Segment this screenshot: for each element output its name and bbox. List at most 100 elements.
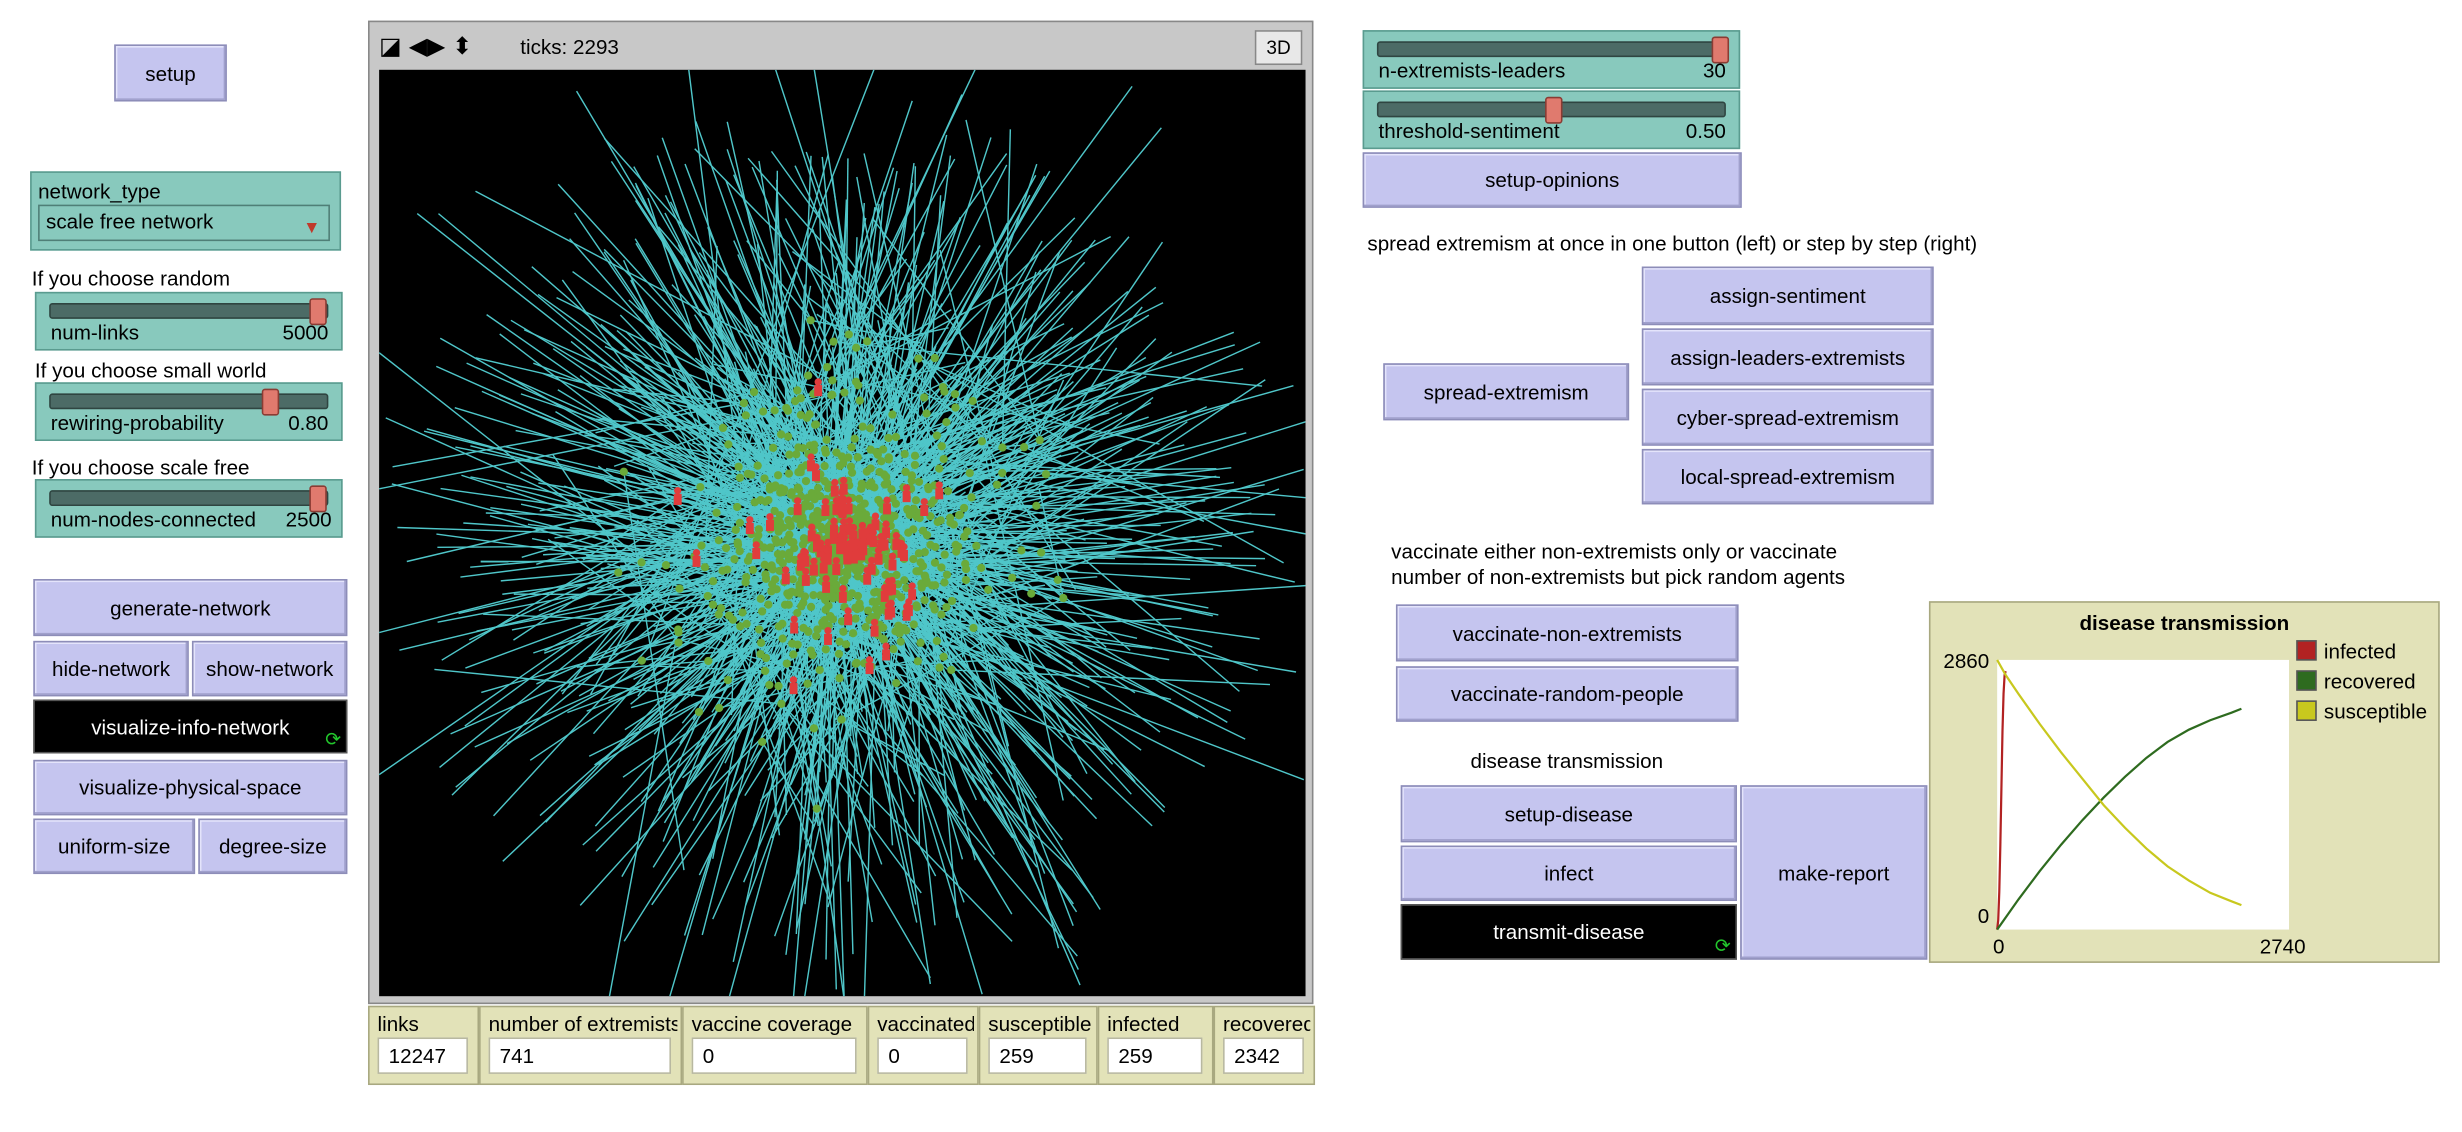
infect-button[interactable]: infect: [1400, 845, 1737, 902]
setup-opinions-button[interactable]: setup-opinions: [1362, 152, 1742, 208]
agent-node: [758, 737, 767, 746]
plot-area: [1997, 659, 2290, 930]
make-report-button[interactable]: make-report: [1740, 785, 1928, 960]
agent-node: [809, 724, 819, 733]
agent-node: [900, 449, 909, 459]
agent-node: [916, 558, 925, 567]
recovered-monitor-label: recovered: [1223, 1012, 1311, 1036]
assign-leaders-extremists-button[interactable]: assign-leaders-extremists: [1641, 328, 1934, 386]
agent-node: [805, 501, 815, 511]
num-links-track[interactable]: [49, 302, 329, 319]
uniform-size-button[interactable]: uniform-size: [33, 818, 196, 875]
extremist-person-icon: [832, 557, 841, 576]
agent-node: [940, 550, 949, 559]
setup-button[interactable]: setup: [114, 44, 227, 102]
n-extremists-leaders-label: n-extremists-leaders: [1378, 58, 1566, 83]
num-nodes-connected-slider[interactable]: num-nodes-connected 2500: [34, 479, 343, 538]
extremist-person-icon: [882, 642, 891, 661]
extremist-person-icon: [920, 498, 929, 516]
vaccinate-random-people-button[interactable]: vaccinate-random-people: [1395, 666, 1739, 722]
degree-size-button[interactable]: degree-size: [198, 818, 348, 875]
agent-node: [847, 443, 856, 452]
shift-vertical-icon[interactable]: ⬍: [452, 33, 472, 60]
agent-node: [789, 650, 798, 659]
n-extremists-leaders-slider[interactable]: n-extremists-leaders 30: [1362, 30, 1741, 89]
extremist-person-icon: [793, 497, 802, 516]
3d-view-button[interactable]: 3D: [1254, 30, 1303, 66]
hide-network-button[interactable]: hide-network: [33, 640, 189, 697]
spread-extremism-button[interactable]: spread-extremism: [1383, 363, 1630, 421]
num-nodes-connected-track[interactable]: [49, 490, 329, 507]
infected-monitor: infected 259: [1097, 1005, 1214, 1086]
note-small-world: If you choose small world: [34, 358, 267, 383]
rewiring-probability-track[interactable]: [49, 393, 329, 410]
agent-node: [905, 510, 915, 520]
visualize-info-network-label: visualize-info-network: [91, 714, 290, 739]
extremist-person-icon: [935, 481, 944, 500]
agent-node: [907, 476, 916, 485]
agent-node: [674, 638, 683, 647]
threshold-sentiment-slider[interactable]: threshold-sentiment 0.50: [1362, 90, 1741, 150]
agent-node: [947, 596, 957, 606]
world-view: ◪ ◀▶ ⬍ ticks: 2293 3D: [368, 20, 1314, 1005]
visualize-physical-space-button[interactable]: visualize-physical-space: [33, 759, 348, 816]
agent-node: [778, 634, 787, 643]
agent-node: [943, 486, 953, 496]
extremist-person-icon: [902, 602, 911, 621]
setup-disease-button[interactable]: setup-disease: [1400, 785, 1737, 843]
agent-node: [884, 455, 893, 464]
n-extremists-leaders-track[interactable]: [1376, 41, 1726, 58]
extremist-person-icon: [809, 557, 818, 576]
local-spread-extremism-button[interactable]: local-spread-extremism: [1641, 448, 1934, 505]
n-extremists-leaders-value: 30: [1702, 58, 1726, 83]
halt-toggle-icon[interactable]: ◪: [379, 33, 402, 60]
assign-sentiment-button[interactable]: assign-sentiment: [1641, 266, 1934, 326]
dropdown-triangle-icon: ▼: [303, 218, 321, 238]
agent-node: [851, 659, 860, 668]
agent-node: [704, 656, 713, 666]
extremist-person-icon: [822, 574, 831, 593]
show-network-button[interactable]: show-network: [191, 640, 348, 697]
network-type-chooser[interactable]: network_type scale free network ▼: [30, 171, 342, 251]
agent-node: [735, 518, 744, 527]
agent-node: [920, 393, 929, 402]
agent-node: [910, 460, 920, 470]
legend-swatch-susceptible: [2296, 700, 2317, 721]
extremists-monitor: number of extremists 741: [479, 1005, 683, 1086]
agent-node: [924, 485, 933, 494]
links-monitor-value: 12247: [377, 1037, 468, 1074]
num-links-slider[interactable]: num-links 5000: [34, 291, 343, 351]
cyber-spread-extremism-button[interactable]: cyber-spread-extremism: [1641, 388, 1934, 446]
y-tick-min: 0: [1978, 905, 1989, 928]
agent-node: [703, 591, 712, 601]
agent-node: [619, 467, 628, 476]
agent-node: [761, 497, 770, 506]
agent-node: [897, 593, 906, 602]
agent-node: [1035, 436, 1044, 445]
x-tick-min: 0: [1993, 935, 2004, 958]
world-canvas[interactable]: [379, 69, 1306, 997]
shift-horizontal-icon[interactable]: ◀▶: [409, 33, 446, 60]
agent-node: [866, 424, 875, 433]
agent-node: [904, 528, 913, 537]
rewiring-probability-slider[interactable]: rewiring-probability 0.80: [34, 382, 343, 441]
agent-node: [788, 639, 797, 648]
y-tick-max: 2860: [1943, 650, 1989, 673]
agent-node: [935, 464, 944, 473]
vaccinate-non-extremists-button[interactable]: vaccinate-non-extremists: [1395, 604, 1739, 662]
agent-node: [1008, 573, 1017, 582]
agent-node: [835, 674, 844, 683]
agent-node: [977, 563, 986, 573]
agent-node: [992, 480, 1002, 489]
agent-node: [786, 520, 795, 529]
agent-node: [1037, 548, 1046, 557]
transmit-disease-button[interactable]: transmit-disease ⟳: [1400, 904, 1737, 960]
agent-node: [937, 442, 946, 451]
visualize-info-network-button[interactable]: visualize-info-network ⟳: [33, 699, 348, 754]
agent-node: [804, 371, 813, 380]
rewiring-probability-knob[interactable]: [261, 388, 279, 416]
agent-node: [942, 570, 952, 579]
generate-network-button[interactable]: generate-network: [33, 578, 348, 637]
network-type-select[interactable]: scale free network ▼: [38, 204, 330, 242]
agent-node: [775, 556, 784, 565]
